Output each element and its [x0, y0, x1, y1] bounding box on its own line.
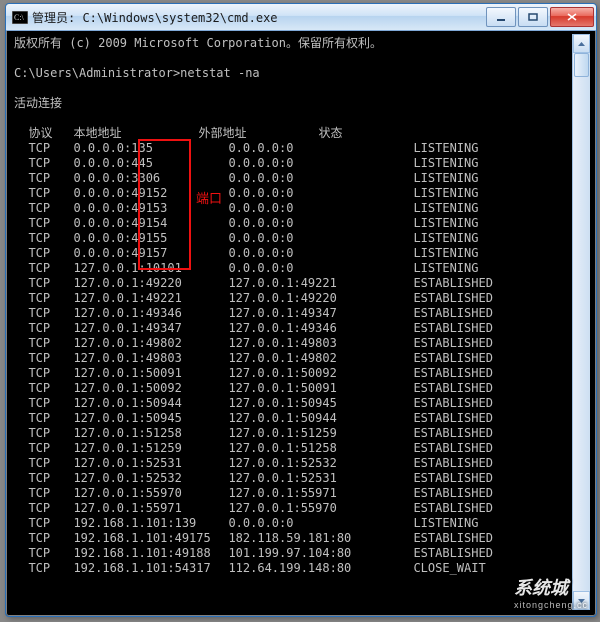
netstat-row: TCP0.0.0.0:491530.0.0.0:0LISTENING [14, 201, 572, 216]
copyright-line: 版权所有 (c) 2009 Microsoft Corporation。保留所有… [14, 36, 572, 51]
section-heading: 活动连接 [14, 96, 572, 111]
blank-line [14, 81, 572, 96]
netstat-row: TCP0.0.0.0:491550.0.0.0:0LISTENING [14, 231, 572, 246]
netstat-row: TCP127.0.0.1:55970127.0.0.1:55971ESTABLI… [14, 486, 572, 501]
netstat-row: TCP0.0.0.0:491520.0.0.0:0LISTENING [14, 186, 572, 201]
blank-line [14, 111, 572, 126]
scrollbar[interactable] [572, 34, 590, 610]
netstat-row: TCP127.0.0.1:50945127.0.0.1:50944ESTABLI… [14, 411, 572, 426]
netstat-row: TCP0.0.0.0:491570.0.0.0:0LISTENING [14, 246, 572, 261]
netstat-row: TCP127.0.0.1:49346127.0.0.1:49347ESTABLI… [14, 306, 572, 321]
netstat-row: TCP127.0.0.1:101010.0.0.0:0LISTENING [14, 261, 572, 276]
netstat-row: TCP127.0.0.1:50092127.0.0.1:50091ESTABLI… [14, 381, 572, 396]
titlebar[interactable]: C:\ 管理员: C:\Windows\system32\cmd.exe [6, 4, 596, 31]
maximize-button[interactable] [518, 7, 548, 27]
minimize-button[interactable] [486, 7, 516, 27]
netstat-row: TCP0.0.0.0:1350.0.0.0:0LISTENING [14, 141, 572, 156]
scroll-up-button[interactable] [573, 34, 590, 53]
netstat-row: TCP127.0.0.1:50944127.0.0.1:50945ESTABLI… [14, 396, 572, 411]
netstat-row: TCP127.0.0.1:49347127.0.0.1:49346ESTABLI… [14, 321, 572, 336]
scroll-down-button[interactable] [573, 591, 590, 610]
scroll-track[interactable] [573, 53, 590, 591]
column-headers: 协议本地地址外部地址状态 [14, 126, 572, 141]
netstat-row: TCP192.168.1.101:1390.0.0.0:0LISTENING [14, 516, 572, 531]
netstat-row: TCP127.0.0.1:51259127.0.0.1:51258ESTABLI… [14, 441, 572, 456]
netstat-row: TCP127.0.0.1:49220127.0.0.1:49221ESTABLI… [14, 276, 572, 291]
netstat-row: TCP127.0.0.1:49802127.0.0.1:49803ESTABLI… [14, 336, 572, 351]
netstat-row: TCP127.0.0.1:55971127.0.0.1:55970ESTABLI… [14, 501, 572, 516]
svg-text:C:\: C:\ [14, 13, 25, 22]
window-title: 管理员: C:\Windows\system32\cmd.exe [32, 9, 486, 26]
scroll-thumb[interactable] [574, 53, 589, 77]
netstat-row: TCP0.0.0.0:491540.0.0.0:0LISTENING [14, 216, 572, 231]
cmd-icon: C:\ [12, 11, 28, 24]
prompt-line: C:\Users\Administrator>netstat -na [14, 66, 572, 81]
netstat-row: TCP0.0.0.0:33060.0.0.0:0LISTENING [14, 171, 572, 186]
netstat-row: TCP192.168.1.101:49188101.199.97.104:80E… [14, 546, 572, 561]
cmd-window: C:\ 管理员: C:\Windows\system32\cmd.exe 版权所… [5, 3, 597, 617]
netstat-row: TCP127.0.0.1:51258127.0.0.1:51259ESTABLI… [14, 426, 572, 441]
netstat-row: TCP0.0.0.0:4450.0.0.0:0LISTENING [14, 156, 572, 171]
close-button[interactable] [550, 7, 594, 27]
netstat-row: TCP127.0.0.1:49221127.0.0.1:49220ESTABLI… [14, 291, 572, 306]
netstat-row: TCP127.0.0.1:52532127.0.0.1:52531ESTABLI… [14, 471, 572, 486]
netstat-row: TCP127.0.0.1:50091127.0.0.1:50092ESTABLI… [14, 366, 572, 381]
netstat-row: TCP192.168.1.101:54317112.64.199.148:80C… [14, 561, 572, 576]
terminal-output[interactable]: 版权所有 (c) 2009 Microsoft Corporation。保留所有… [12, 34, 572, 610]
netstat-row: TCP127.0.0.1:49803127.0.0.1:49802ESTABLI… [14, 351, 572, 366]
netstat-row: TCP127.0.0.1:52531127.0.0.1:52532ESTABLI… [14, 456, 572, 471]
netstat-row: TCP192.168.1.101:49175182.118.59.181:80E… [14, 531, 572, 546]
blank-line [14, 51, 572, 66]
